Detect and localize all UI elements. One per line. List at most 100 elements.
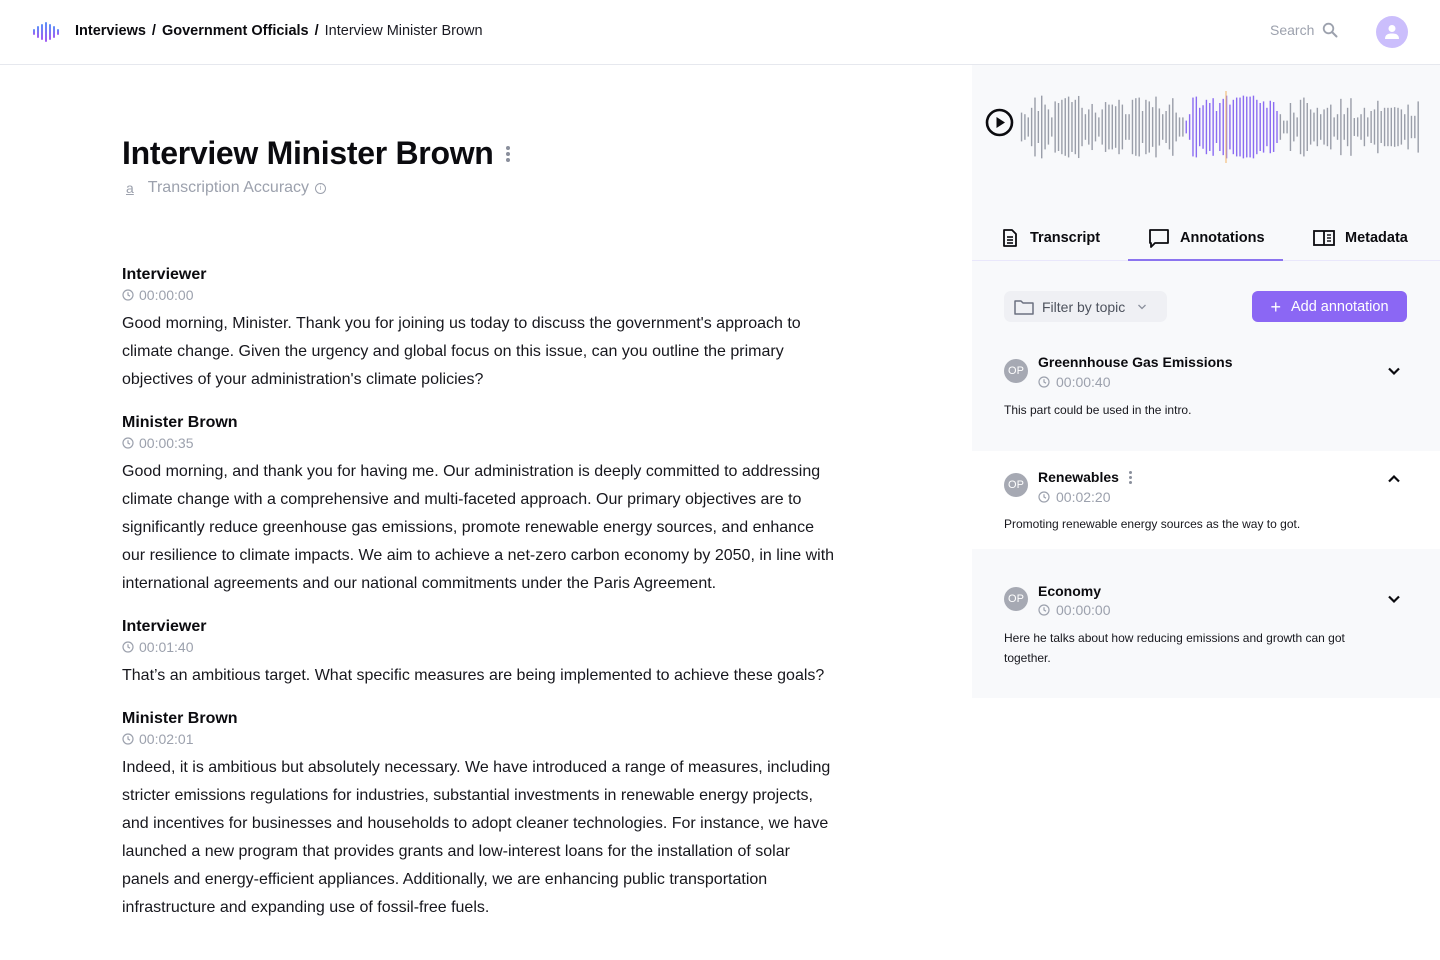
clock-icon: [122, 641, 134, 653]
waveform-bar: [1162, 114, 1164, 140]
chevron-down-icon[interactable]: [1386, 363, 1402, 379]
more-options-icon[interactable]: [504, 144, 512, 164]
waveform-bar: [1024, 114, 1026, 140]
waveform-bar: [1397, 107, 1399, 147]
waveform-bar: [1051, 117, 1053, 137]
chevron-down-icon: [1138, 304, 1147, 309]
waveform-bar: [1296, 117, 1298, 137]
waveform-bar: [1370, 111, 1372, 143]
annotation-card[interactable]: OP Economy 00:00:00 Here he talks about …: [972, 550, 1440, 698]
tab-label: Metadata: [1345, 229, 1408, 246]
annotation-timestamp[interactable]: 00:00:00: [1038, 602, 1111, 618]
waveform-bar: [1145, 99, 1147, 155]
tab-metadata[interactable]: Metadata: [1313, 215, 1408, 260]
waveform-bar: [1155, 96, 1157, 158]
audio-player: [972, 65, 1440, 195]
timestamp[interactable]: 00:02:01: [122, 729, 837, 749]
annotation-title: Greennhouse Gas Emissions: [1038, 354, 1233, 370]
waveform-bar: [1081, 107, 1083, 147]
breadcrumb-government-officials[interactable]: Government Officials: [162, 23, 309, 39]
chevron-up-icon[interactable]: [1386, 471, 1402, 487]
waveform-bar: [1027, 117, 1029, 137]
waveform-bar: [1286, 120, 1288, 134]
annotation-card[interactable]: OP Renewables 00:02:20 Promoting renewab…: [972, 451, 1440, 549]
waveform-bar: [1114, 106, 1117, 148]
waveform-bar: [1306, 103, 1308, 151]
waveform-bar: [1242, 95, 1245, 159]
annotation-card[interactable]: OP Greennhouse Gas Emissions 00:00:40 Th…: [972, 342, 1440, 450]
waveform-bar: [1128, 114, 1130, 140]
book-icon: [1313, 229, 1335, 246]
waveform-bar: [1252, 95, 1255, 159]
transcript-entry: Interviewer 00:00:00 Good morning, Minis…: [122, 265, 837, 394]
waveform-bar: [1272, 102, 1275, 152]
waveform-bar: [1088, 109, 1090, 145]
side-panel: Transcript Annotations Metadata Filter b…: [972, 65, 1440, 698]
comment-icon: [1149, 228, 1169, 248]
clock-icon: [122, 733, 134, 745]
timestamp-value: 00:00:35: [139, 435, 194, 451]
timestamp[interactable]: 00:00:35: [122, 433, 837, 453]
user-icon: [1385, 25, 1399, 39]
timestamp-value: 00:01:40: [139, 639, 194, 655]
waveform-bar: [1209, 103, 1211, 151]
chevron-down-icon[interactable]: [1386, 591, 1402, 607]
annotation-timestamp[interactable]: 00:02:20: [1038, 489, 1111, 505]
annotation-body: This part could be used in the intro.: [1004, 403, 1192, 417]
title-row: Interview Minister Brown: [122, 135, 512, 172]
waveform-bar: [1212, 98, 1214, 156]
tab-label: Transcript: [1030, 229, 1101, 246]
waveform[interactable]: [1020, 89, 1420, 165]
user-avatar[interactable]: [1376, 16, 1408, 48]
add-annotation-button[interactable]: + Add annotation: [1252, 291, 1407, 322]
clock-icon: [122, 289, 134, 301]
waveform-bar: [1276, 111, 1278, 143]
waveform-bar: [1067, 96, 1070, 158]
waveform-bar: [1407, 104, 1409, 150]
waveform-bar: [1336, 114, 1339, 140]
speaker-name: Interviewer: [122, 266, 207, 283]
annotation-timestamp[interactable]: 00:00:40: [1038, 374, 1111, 390]
waveform-bar: [1020, 112, 1023, 142]
filter-label: Filter by topic: [1042, 298, 1126, 315]
annotation-time-value: 00:00:00: [1056, 602, 1111, 618]
waveform-bar: [1158, 108, 1161, 146]
speaker-name: Minister Brown: [122, 414, 238, 431]
tab-label: Annotations: [1180, 229, 1265, 246]
waveform-bar: [1259, 103, 1261, 151]
waveform-bar: [1219, 103, 1221, 151]
waveform-bar: [1168, 104, 1171, 150]
waveform-bar: [1232, 99, 1235, 155]
search-button[interactable]: Search: [1270, 22, 1338, 38]
timestamp[interactable]: 00:01:40: [122, 637, 837, 657]
waveform-bar: [1383, 107, 1386, 147]
timestamp[interactable]: 00:00:00: [122, 285, 837, 305]
tab-annotations[interactable]: Annotations: [1128, 215, 1283, 261]
waveform-bar: [1121, 104, 1124, 150]
page-title: Interview Minister Brown: [122, 135, 494, 171]
waveform-bar: [1198, 107, 1201, 147]
waveform-bar: [1350, 98, 1352, 156]
timestamp-value: 00:02:01: [139, 731, 194, 747]
waveform-logo-icon[interactable]: [32, 21, 60, 43]
waveform-bar: [1101, 109, 1103, 145]
tab-transcript[interactable]: Transcript: [1000, 215, 1100, 260]
transcript-area: Interview Minister Brown a Transcription…: [0, 65, 972, 960]
waveform-bar: [1316, 107, 1319, 147]
filter-by-topic-dropdown[interactable]: Filter by topic: [1004, 291, 1167, 322]
waveform-bar: [1309, 109, 1312, 145]
play-icon[interactable]: [985, 108, 1014, 137]
waveform-bar: [1165, 111, 1167, 143]
info-icon[interactable]: i: [315, 182, 327, 194]
waveform-bar: [1289, 103, 1292, 151]
annotation-more-options-icon[interactable]: [1128, 470, 1132, 484]
waveform-bar: [1313, 112, 1315, 142]
transcript-entry: Minister Brown 00:02:01 Indeed, it is am…: [122, 709, 837, 922]
waveform-bar: [1363, 107, 1366, 147]
waveform-bar: [1266, 107, 1268, 147]
speaker-name: Interviewer: [122, 618, 207, 635]
waveform-bar: [1057, 103, 1060, 151]
transcript-entry: Minister Brown 00:00:35 Good morning, an…: [122, 413, 837, 598]
breadcrumb-interviews[interactable]: Interviews: [75, 23, 146, 39]
waveform-bar: [1387, 107, 1389, 147]
